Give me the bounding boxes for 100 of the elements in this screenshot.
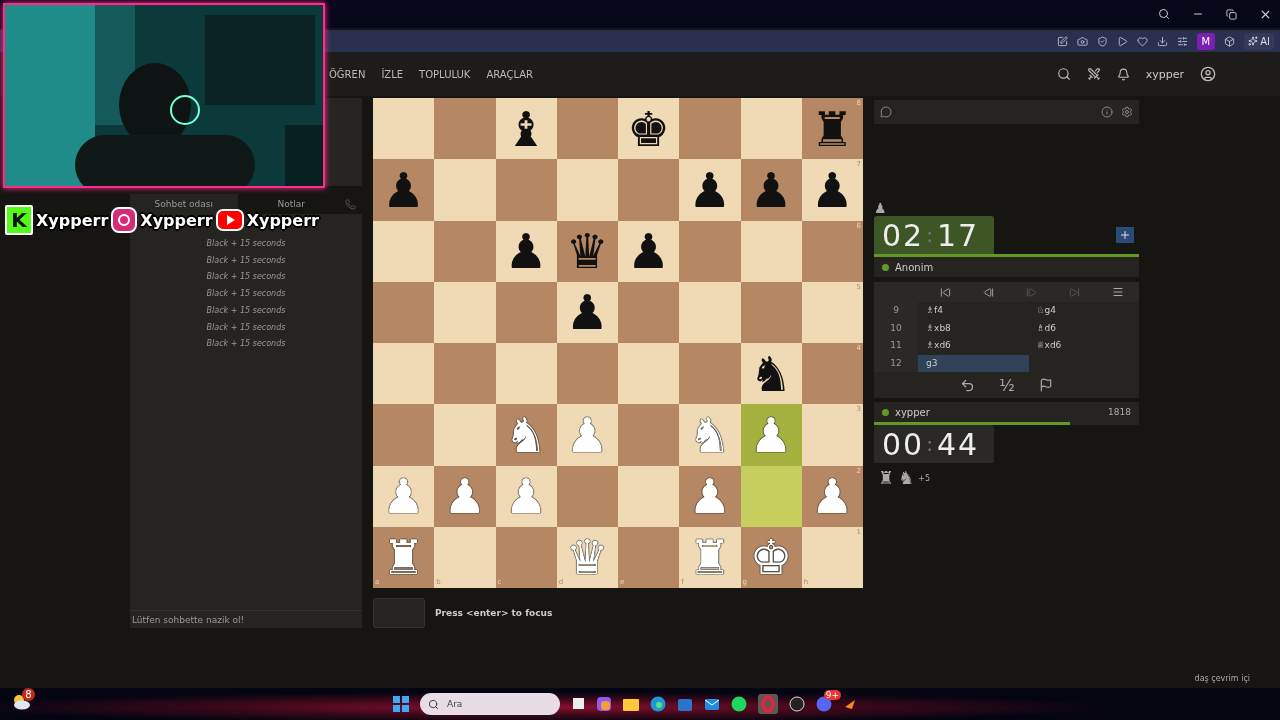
- menu-icon[interactable]: [1111, 286, 1124, 298]
- board-square[interactable]: [740, 220, 802, 282]
- board-square[interactable]: ♟: [495, 220, 557, 282]
- chess-piece-icon[interactable]: ♟: [504, 227, 548, 276]
- search-icon[interactable]: [1158, 8, 1170, 20]
- board-square[interactable]: [556, 465, 618, 527]
- nav-link[interactable]: İZLE: [381, 68, 404, 80]
- info-icon[interactable]: [1101, 106, 1113, 118]
- swords-icon[interactable]: [1086, 67, 1101, 81]
- mail-icon[interactable]: [704, 696, 720, 712]
- chess-piece-icon[interactable]: ♟: [688, 165, 732, 214]
- chess-piece-icon[interactable]: ♟: [810, 472, 854, 521]
- board-square[interactable]: [373, 343, 435, 405]
- board-square[interactable]: ♟: [373, 159, 435, 221]
- chess-piece-icon[interactable]: ♜: [382, 533, 426, 582]
- chat-icon[interactable]: [816, 696, 832, 712]
- bell-icon[interactable]: [1116, 67, 1130, 81]
- board-square[interactable]: ♟: [556, 281, 618, 343]
- board-square[interactable]: [556, 98, 618, 160]
- move[interactable]: ♗f4: [918, 302, 1029, 320]
- chess-piece-icon[interactable]: ♟: [627, 227, 671, 276]
- board-square[interactable]: ♚: [618, 98, 680, 160]
- nav-link[interactable]: ÖĞREN: [329, 68, 366, 80]
- restore-icon[interactable]: [1226, 8, 1237, 20]
- board-square[interactable]: [556, 343, 618, 405]
- settings-icon[interactable]: [1121, 106, 1133, 118]
- board-square[interactable]: [740, 281, 802, 343]
- board-square[interactable]: ♟: [679, 465, 741, 527]
- camera-icon[interactable]: [1076, 35, 1088, 47]
- chess-piece-icon[interactable]: ♜: [810, 104, 854, 153]
- draw-button[interactable]: ½: [999, 375, 1015, 395]
- first-move-button[interactable]: [940, 286, 951, 298]
- phone-icon[interactable]: [345, 198, 356, 210]
- board-square[interactable]: [618, 343, 680, 405]
- search-field[interactable]: Ara: [420, 693, 560, 715]
- move[interactable]: ♕xd6: [1028, 337, 1139, 355]
- profile-avatar[interactable]: M: [1196, 32, 1216, 50]
- search-icon[interactable]: [1056, 67, 1071, 81]
- nav-link[interactable]: ARAÇLAR: [486, 68, 534, 80]
- store-icon[interactable]: [677, 696, 693, 712]
- download-icon[interactable]: [1156, 35, 1168, 47]
- edit-icon[interactable]: [1056, 35, 1068, 47]
- shield-icon[interactable]: [1096, 35, 1108, 47]
- board-square[interactable]: ♟: [679, 159, 741, 221]
- chess-piece-icon[interactable]: ♚: [627, 104, 671, 153]
- move-input[interactable]: [373, 598, 425, 628]
- chat-tab[interactable]: Sohbet odası: [130, 194, 238, 214]
- board-square[interactable]: ♟: [618, 220, 680, 282]
- voice-icon[interactable]: [880, 106, 892, 118]
- window-icon[interactable]: [571, 697, 585, 711]
- move[interactable]: ♗d6: [1028, 319, 1139, 337]
- board-square[interactable]: [618, 465, 680, 527]
- heart-icon[interactable]: [1136, 35, 1148, 47]
- chess-piece-icon[interactable]: ♟: [749, 165, 793, 214]
- cube-icon[interactable]: [1224, 35, 1236, 47]
- user-icon[interactable]: [1200, 66, 1216, 82]
- last-move-button[interactable]: [1069, 286, 1080, 298]
- sliders-icon[interactable]: [1176, 35, 1188, 47]
- nav-link[interactable]: TOPLULUK: [419, 68, 471, 80]
- chess-piece-icon[interactable]: ♞: [504, 410, 548, 459]
- add-time-button[interactable]: [1116, 227, 1134, 243]
- previous-move-button[interactable]: [983, 286, 994, 298]
- chess-piece-icon[interactable]: ♟: [382, 165, 426, 214]
- board-square[interactable]: [618, 281, 680, 343]
- chess-piece-icon[interactable]: ♝: [504, 104, 548, 153]
- board-square[interactable]: [373, 281, 435, 343]
- player-name[interactable]: xypper: [895, 406, 930, 418]
- next-move-button[interactable]: [1026, 286, 1037, 298]
- takeback-icon[interactable]: [960, 377, 976, 393]
- ai-button[interactable]: AI: [1244, 32, 1274, 50]
- chess-piece-icon[interactable]: ♟: [810, 165, 854, 214]
- chess-piece-icon[interactable]: ♟: [688, 472, 732, 521]
- board-square[interactable]: ♞: [495, 404, 557, 466]
- board-square[interactable]: [740, 98, 802, 160]
- windows-icon[interactable]: [393, 696, 409, 712]
- board-square[interactable]: ♝: [495, 98, 557, 160]
- move[interactable]: ♗xd6: [918, 337, 1029, 355]
- player-name[interactable]: Anonim: [895, 261, 934, 273]
- board-square[interactable]: ♟: [740, 159, 802, 221]
- record-icon[interactable]: [789, 696, 805, 712]
- app-icon[interactable]: [843, 697, 857, 711]
- play-icon[interactable]: [1116, 35, 1128, 47]
- chess-piece-icon[interactable]: ♟: [565, 288, 609, 337]
- chess-piece-icon[interactable]: ♞: [749, 349, 793, 398]
- folder-icon[interactable]: [623, 697, 639, 711]
- chess-piece-icon[interactable]: ♟: [443, 472, 487, 521]
- board-square[interactable]: [373, 220, 435, 282]
- board-square[interactable]: [495, 343, 557, 405]
- board-square[interactable]: ♞: [740, 343, 802, 405]
- board-square[interactable]: [373, 98, 435, 160]
- board-square[interactable]: ♟: [434, 465, 496, 527]
- board-square[interactable]: ♛: [556, 220, 618, 282]
- move[interactable]: ♘g4: [1028, 302, 1139, 320]
- chess-piece-icon[interactable]: ♛: [565, 227, 609, 276]
- opera-icon[interactable]: [758, 694, 778, 714]
- app-icon[interactable]: [596, 696, 612, 712]
- browser-icon[interactable]: [650, 696, 666, 712]
- music-icon[interactable]: [731, 696, 747, 712]
- username[interactable]: xypper: [1145, 67, 1184, 81]
- chat-input[interactable]: Lütfen sohbette nazik ol!: [130, 610, 362, 628]
